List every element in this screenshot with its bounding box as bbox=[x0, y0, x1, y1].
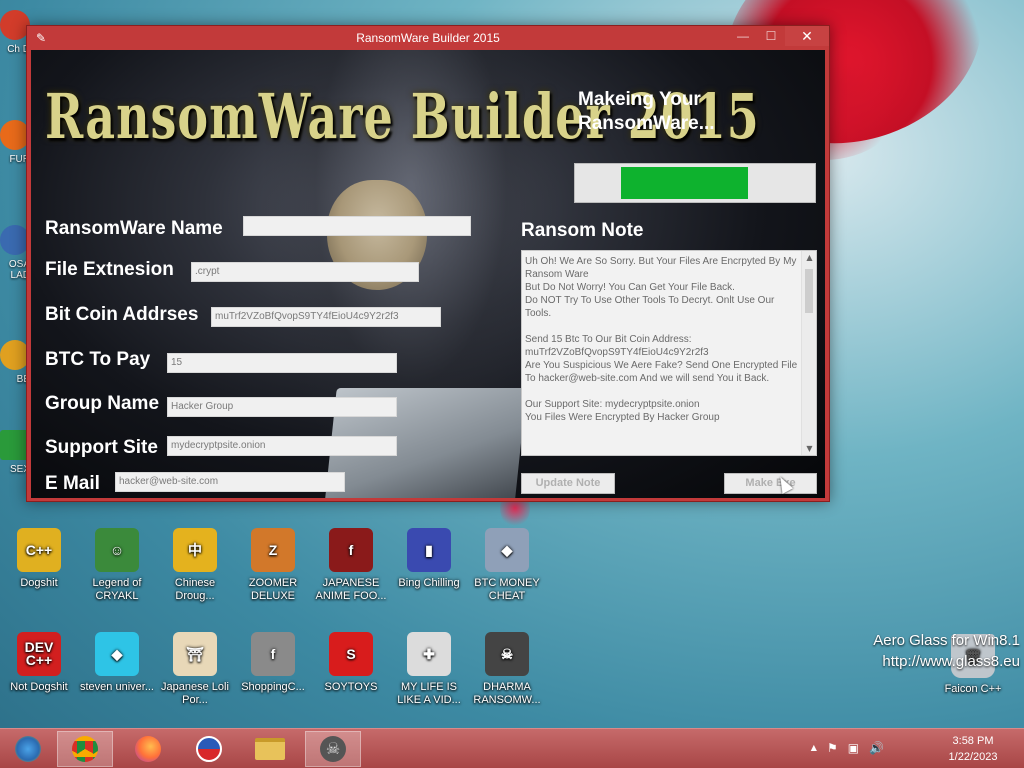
build-status-text: Makeing Your RansomWare... bbox=[578, 89, 715, 134]
desktop-icon-label: Bing Chilling bbox=[398, 577, 460, 589]
window-title: RansomWare Builder 2015 bbox=[356, 31, 500, 45]
desktop-icon-steven-univer[interactable]: ◆ steven univer... bbox=[78, 632, 156, 694]
window-client: RansomWare Builder 2015 Makeing Your Ran… bbox=[31, 50, 825, 498]
desktop-icon-label: Legend of CRYAKL bbox=[92, 577, 142, 602]
skull-icon: ☠ bbox=[320, 736, 346, 762]
book-icon: ▮ bbox=[407, 528, 451, 572]
close-button[interactable]: ✕ bbox=[785, 26, 829, 46]
dogshit-icon: C++ bbox=[17, 528, 61, 572]
group-name-label: Group Name bbox=[45, 393, 160, 414]
desktop-icon-label: MY LIFE IS LIKE A VID... bbox=[397, 681, 461, 706]
desktop-icon-dogshit[interactable]: C++ Dogshit bbox=[0, 528, 78, 590]
desktop-icon-japanese-anime-foo[interactable]: f JAPANESE ANIME FOO... bbox=[312, 528, 390, 603]
desktop-icon-label: SOYTOYS bbox=[324, 681, 378, 693]
support-site-input[interactable]: mydecryptpsite.onion bbox=[167, 436, 397, 456]
make-exe-button[interactable]: Make Exe bbox=[724, 473, 817, 494]
desktop-icon-soytoys[interactable]: S SOYTOYS bbox=[312, 632, 390, 694]
bitcoin-address-input[interactable]: muTrf2VZoBfQvopS9TY4fEioU4c9Y2r2f3 bbox=[211, 307, 441, 327]
taskbar: ☠ ▲ ⚑ ▣ 🔊 3:58 PM 1/22/2023 bbox=[0, 728, 1024, 768]
flash-icon: f bbox=[329, 528, 373, 572]
gamepad-icon: ✚ bbox=[407, 632, 451, 676]
watermark: Aero Glass for Win8.1 http://www.glass8.… bbox=[873, 632, 1020, 670]
ransom-note-scrollbar[interactable]: ▲ ▼ bbox=[801, 251, 816, 455]
scroll-down-icon[interactable]: ▼ bbox=[802, 444, 817, 453]
title-bar[interactable]: ✎ RansomWare Builder 2015 — ☐ ✕ bbox=[27, 26, 829, 50]
folder-icon bbox=[255, 738, 285, 760]
scroll-up-icon[interactable]: ▲ bbox=[802, 253, 817, 262]
app-icon bbox=[196, 736, 222, 762]
zuma-icon: Z bbox=[251, 528, 295, 572]
taskbar-clock[interactable]: 3:58 PM 1/22/2023 bbox=[928, 733, 1018, 765]
desktop-icon-label: ShoppingC... bbox=[241, 681, 305, 693]
btc-to-pay-input[interactable]: 15 bbox=[167, 353, 397, 373]
ransom-note-label: Ransom Note bbox=[521, 220, 644, 241]
chrome-icon bbox=[72, 736, 98, 762]
group-name-input[interactable]: Hacker Group bbox=[167, 397, 397, 417]
desktop-icon-label: ZOOMER DELUXE bbox=[248, 577, 298, 602]
build-progress-bar bbox=[574, 163, 816, 203]
volume-icon[interactable]: 🔊 bbox=[869, 741, 884, 755]
desktop-icon-btc-money-cheat[interactable]: ◆ BTC MONEY CHEAT bbox=[468, 528, 546, 603]
file-extension-label: File Extnesion bbox=[45, 259, 174, 280]
taskbar-ransomware-builder[interactable]: ☠ bbox=[305, 731, 361, 767]
tray-expand-icon[interactable]: ▲ bbox=[811, 741, 817, 755]
desktop-icon-label: JAPANESE ANIME FOO... bbox=[315, 577, 387, 602]
desktop-icon-label: DHARMA RANSOMW... bbox=[473, 681, 541, 706]
diamond-file-icon: ◆ bbox=[485, 528, 529, 572]
bitcoin-address-label: Bit Coin Addrses bbox=[45, 304, 199, 325]
progress-fill bbox=[620, 167, 748, 199]
desktop-icon-not-dogshit[interactable]: DEV C++ Not Dogshit bbox=[0, 632, 78, 694]
skull-icon: ☠ bbox=[485, 632, 529, 676]
desktop-icon-label: Dogshit bbox=[20, 577, 58, 589]
start-orb-icon bbox=[15, 736, 41, 762]
desktop-icon-label: BTC MONEY CHEAT bbox=[474, 577, 540, 602]
taskbar-explorer[interactable] bbox=[242, 731, 298, 767]
taskbar-app[interactable] bbox=[181, 731, 237, 767]
gem-icon: ◆ bbox=[95, 632, 139, 676]
dev-cpp-icon: DEV C++ bbox=[17, 632, 61, 676]
desktop-icon-legend-of-cryakl[interactable]: ☺ Legend of CRYAKL bbox=[78, 528, 156, 603]
torii-icon: ⛩ bbox=[173, 632, 217, 676]
flash-player-icon: f bbox=[251, 632, 295, 676]
update-note-button[interactable]: Update Note bbox=[521, 473, 615, 494]
desktop-icon-label: Chinese Droug... bbox=[174, 577, 216, 602]
ransomware-name-input[interactable] bbox=[243, 216, 471, 236]
desktop-icon-label: Not Dogshit bbox=[10, 681, 68, 693]
desktop-icon-shoppingc[interactable]: f ShoppingC... bbox=[234, 632, 312, 694]
ransomware-builder-window: ✎ RansomWare Builder 2015 — ☐ ✕ RansomWa… bbox=[26, 25, 830, 502]
system-tray: ▲ ⚑ ▣ 🔊 bbox=[811, 741, 884, 755]
s-logo-icon: S bbox=[329, 632, 373, 676]
desktop-icon-chinese-droug[interactable]: 中 Chinese Droug... bbox=[156, 528, 234, 603]
email-label: E Mail bbox=[45, 473, 100, 494]
desktop-icon-dharma-ransomw[interactable]: ☠ DHARMA RANSOMW... bbox=[468, 632, 546, 707]
ransom-note-textarea[interactable]: Uh Oh! We Are So Sorry. But Your Files A… bbox=[521, 250, 817, 456]
scroll-thumb[interactable] bbox=[805, 269, 813, 313]
file-extension-input[interactable]: .crypt bbox=[191, 262, 419, 282]
desktop-icon-zoomer-deluxe[interactable]: Z ZOOMER DELUXE bbox=[234, 528, 312, 603]
desktop-icon-label: steven univer... bbox=[80, 681, 154, 693]
taskbar-firefox[interactable] bbox=[120, 731, 176, 767]
desktop-icon-japanese-loli-por[interactable]: ⛩ Japanese Loli Por... bbox=[156, 632, 234, 707]
mahjong-tile-icon: 中 bbox=[173, 528, 217, 572]
taskbar-chrome[interactable] bbox=[57, 731, 113, 767]
desktop-icon-my-life-is-like-a-vid[interactable]: ✚ MY LIFE IS LIKE A VID... bbox=[390, 632, 468, 707]
flag-icon[interactable]: ⚑ bbox=[827, 741, 838, 755]
ransom-note-text[interactable]: Uh Oh! We Are So Sorry. But Your Files A… bbox=[525, 255, 800, 424]
start-button[interactable] bbox=[0, 731, 56, 767]
desktop-icon-label: Japanese Loli Por... bbox=[161, 681, 229, 706]
minimize-button[interactable]: — bbox=[729, 26, 757, 46]
desktop-icon-bing-chilling[interactable]: ▮ Bing Chilling bbox=[390, 528, 468, 590]
maximize-button[interactable]: ☐ bbox=[757, 26, 785, 46]
pixel-character-icon: ☺ bbox=[95, 528, 139, 572]
email-input[interactable]: hacker@web-site.com bbox=[115, 472, 345, 492]
ransomware-name-label: RansomWare Name bbox=[45, 218, 223, 239]
support-site-label: Support Site bbox=[45, 437, 158, 458]
network-icon[interactable]: ▣ bbox=[848, 741, 859, 755]
firefox-icon bbox=[135, 736, 161, 762]
btc-to-pay-label: BTC To Pay bbox=[45, 349, 151, 370]
